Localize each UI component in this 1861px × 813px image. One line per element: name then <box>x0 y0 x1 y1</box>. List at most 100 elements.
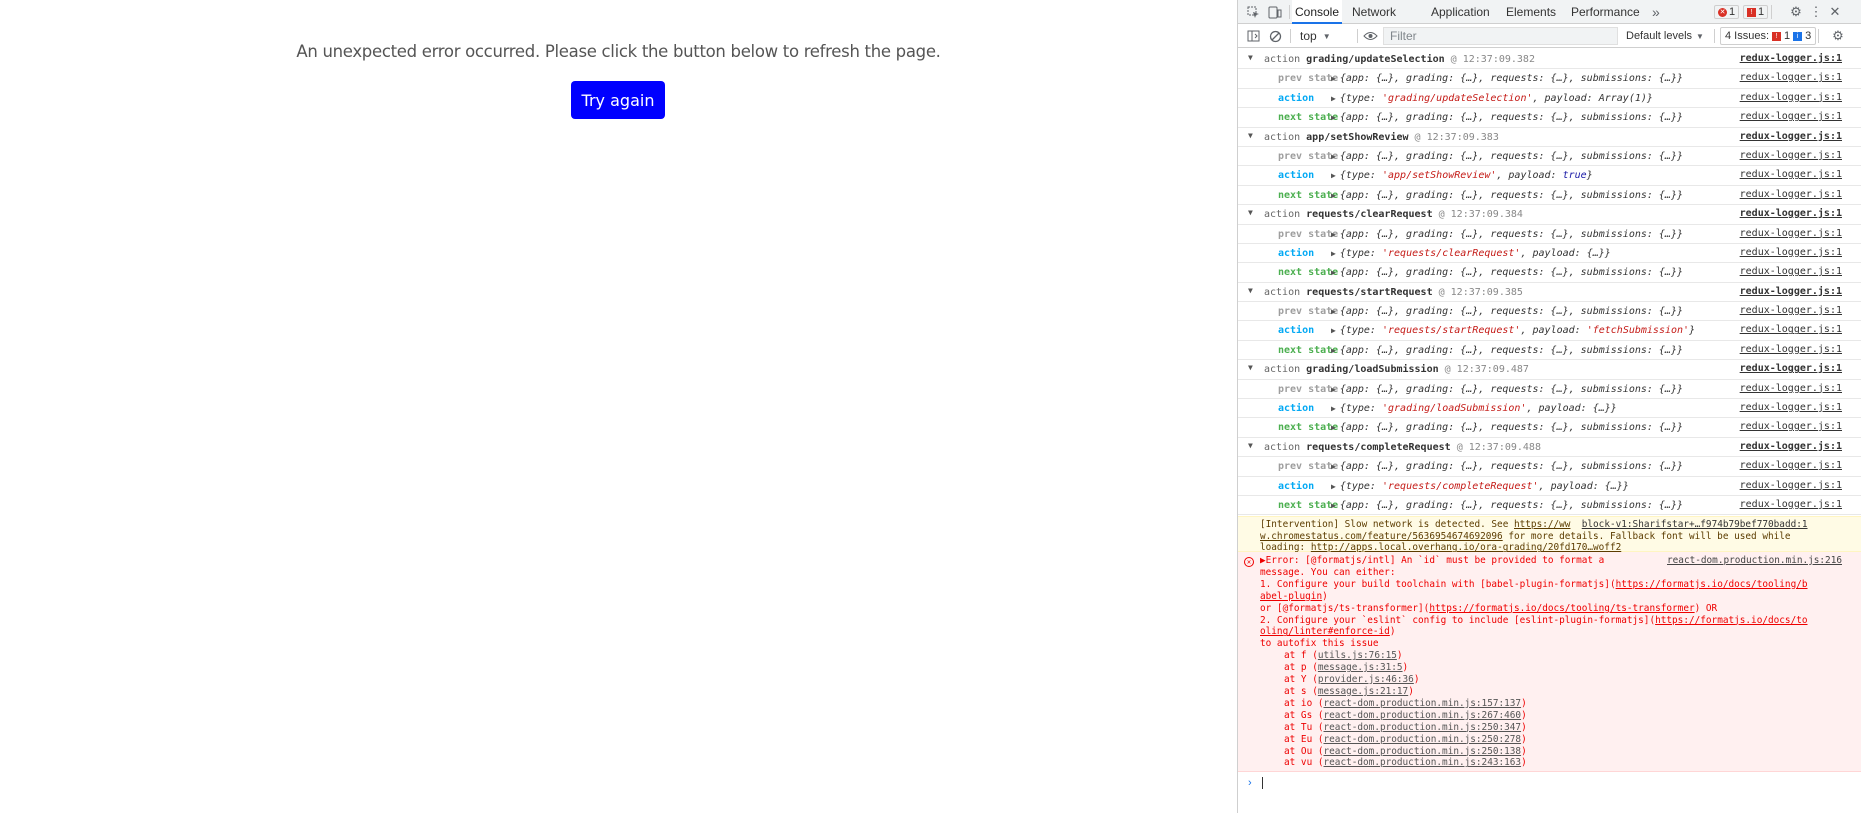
source-link[interactable]: redux-logger.js:1 <box>1740 363 1842 374</box>
collapse-triangle-icon[interactable]: ▼ <box>1248 208 1253 217</box>
issues-button[interactable]: 4 Issues: ! 1 i 3 <box>1720 27 1817 45</box>
object-preview[interactable]: ▶ {app: {…}, grading: {…}, requests: {…},… <box>1331 73 1683 84</box>
expand-triangle-icon[interactable]: ▶ <box>1331 152 1336 161</box>
source-link[interactable]: redux-logger.js:1 <box>1740 480 1842 491</box>
source-link[interactable]: redux-logger.js:1 <box>1740 208 1842 219</box>
action-header[interactable]: action requests/startRequest @ 12:37:09.… <box>1264 287 1523 298</box>
stack-location-link[interactable]: utils.js:76:15 <box>1318 650 1397 661</box>
expand-triangle-icon[interactable]: ▶ <box>1331 501 1336 510</box>
collapse-triangle-icon[interactable]: ▼ <box>1248 441 1253 450</box>
clear-console-icon[interactable] <box>1266 27 1284 45</box>
source-link[interactable]: redux-logger.js:1 <box>1740 460 1842 471</box>
error-doc-link-cont[interactable]: oling/linter#enforce-id <box>1260 626 1390 637</box>
expand-triangle-icon[interactable]: ▶ <box>1331 346 1336 355</box>
object-preview[interactable]: ▶ {type: 'app/setShowReview', payload: tr… <box>1331 170 1593 181</box>
source-link[interactable]: redux-logger.js:1 <box>1740 402 1842 413</box>
action-header[interactable]: action requests/completeRequest @ 12:37:… <box>1264 442 1541 453</box>
expand-triangle-icon[interactable]: ▶ <box>1331 482 1336 491</box>
source-link[interactable]: redux-logger.js:1 <box>1740 499 1842 510</box>
action-header[interactable]: action grading/updateSelection @ 12:37:0… <box>1264 54 1535 65</box>
error-doc-link-cont[interactable]: abel-plugin <box>1260 591 1322 602</box>
source-link[interactable]: redux-logger.js:1 <box>1740 228 1842 239</box>
expand-triangle-icon[interactable]: ▶ <box>1331 404 1336 413</box>
context-select[interactable]: top ▼ <box>1300 27 1331 45</box>
close-icon[interactable]: ✕ <box>1826 3 1844 21</box>
stack-location-link[interactable]: react-dom.production.min.js:250:347 <box>1324 722 1522 733</box>
more-tabs-icon[interactable]: » <box>1652 0 1660 24</box>
log-levels-select[interactable]: Default levels ▼ <box>1626 27 1704 45</box>
more-options-icon[interactable]: ⋮ <box>1807 3 1825 21</box>
inspect-element-icon[interactable] <box>1244 3 1262 21</box>
source-link[interactable]: redux-logger.js:1 <box>1740 53 1842 64</box>
expand-triangle-icon[interactable]: ▶ <box>1331 94 1336 103</box>
collapse-triangle-icon[interactable]: ▼ <box>1248 131 1253 140</box>
source-link[interactable]: redux-logger.js:1 <box>1740 421 1842 432</box>
expand-triangle-icon[interactable]: ▶ <box>1331 171 1336 180</box>
intervention-source-link[interactable]: block-v1:Sharifstar+…f974b79bef770badd:1 <box>1582 519 1808 530</box>
stack-location-link[interactable]: react-dom.production.min.js:250:278 <box>1324 734 1522 745</box>
action-header[interactable]: action requests/clearRequest @ 12:37:09.… <box>1264 209 1523 220</box>
settings-gear-icon[interactable]: ⚙ <box>1787 3 1805 21</box>
action-header[interactable]: action app/setShowReview @ 12:37:09.383 <box>1264 132 1499 143</box>
source-link[interactable]: redux-logger.js:1 <box>1740 131 1842 142</box>
live-expression-eye-icon[interactable] <box>1361 27 1379 45</box>
source-link[interactable]: redux-logger.js:1 <box>1740 150 1842 161</box>
console-settings-gear-icon[interactable]: ⚙ <box>1829 27 1847 45</box>
expand-triangle-icon[interactable]: ▶ <box>1331 307 1336 316</box>
source-link[interactable]: redux-logger.js:1 <box>1740 441 1842 452</box>
object-preview[interactable]: ▶ {type: 'grading/loadSubmission', payloa… <box>1331 403 1617 414</box>
object-preview[interactable]: ▶ {app: {…}, grading: {…}, requests: {…},… <box>1331 267 1683 278</box>
error-count-badge[interactable]: ✕ 1 <box>1714 5 1740 19</box>
stack-location-link[interactable]: react-dom.production.min.js:250:138 <box>1324 746 1522 757</box>
object-preview[interactable]: ▶ {app: {…}, grading: {…}, requests: {…},… <box>1331 461 1683 472</box>
source-link[interactable]: redux-logger.js:1 <box>1740 72 1842 83</box>
source-link[interactable]: redux-logger.js:1 <box>1740 383 1842 394</box>
filter-input[interactable] <box>1383 27 1618 45</box>
try-again-button[interactable]: Try again <box>571 81 665 119</box>
source-link[interactable]: redux-logger.js:1 <box>1740 247 1842 258</box>
object-preview[interactable]: ▶ {app: {…}, grading: {…}, requests: {…},… <box>1331 345 1683 356</box>
intervention-link-cont[interactable]: w.chromestatus.com/feature/5636954674692… <box>1260 531 1503 542</box>
error-doc-link[interactable]: https://formatjs.io/docs/tooling/ts-tran… <box>1429 603 1694 614</box>
object-preview[interactable]: ▶ {type: 'requests/startRequest', payload… <box>1331 325 1695 336</box>
source-link[interactable]: redux-logger.js:1 <box>1740 111 1842 122</box>
object-preview[interactable]: ▶ {app: {…}, grading: {…}, requests: {…},… <box>1331 229 1683 240</box>
collapse-triangle-icon[interactable]: ▼ <box>1248 286 1253 295</box>
expand-triangle-icon[interactable]: ▶ <box>1331 462 1336 471</box>
console-prompt[interactable]: › <box>1238 773 1861 813</box>
object-preview[interactable]: ▶ {app: {…}, grading: {…}, requests: {…},… <box>1331 306 1683 317</box>
object-preview[interactable]: ▶ {app: {…}, grading: {…}, requests: {…},… <box>1331 384 1683 395</box>
warning-count-badge[interactable]: ! 1 <box>1743 5 1769 19</box>
source-link[interactable]: redux-logger.js:1 <box>1740 189 1842 200</box>
error-doc-link[interactable]: https://formatjs.io/docs/to <box>1655 615 1807 626</box>
source-link[interactable]: redux-logger.js:1 <box>1740 305 1842 316</box>
expand-triangle-icon[interactable]: ▶ <box>1331 249 1336 258</box>
collapse-triangle-icon[interactable]: ▼ <box>1248 53 1253 62</box>
sidebar-toggle-icon[interactable] <box>1244 27 1262 45</box>
stack-location-link[interactable]: react-dom.production.min.js:243:163 <box>1324 757 1522 768</box>
object-preview[interactable]: ▶ {app: {…}, grading: {…}, requests: {…},… <box>1331 422 1683 433</box>
stack-location-link[interactable]: message.js:31:5 <box>1318 662 1403 673</box>
object-preview[interactable]: ▶ {type: 'requests/completeRequest', payl… <box>1331 481 1629 492</box>
device-toolbar-icon[interactable] <box>1266 3 1284 21</box>
stack-location-link[interactable]: react-dom.production.min.js:157:137 <box>1324 698 1522 709</box>
expand-triangle-icon[interactable]: ▶ <box>1331 113 1336 122</box>
expand-triangle-icon[interactable]: ▶ <box>1331 423 1336 432</box>
error-doc-link[interactable]: https://formatjs.io/docs/tooling/b <box>1616 579 1808 590</box>
source-link[interactable]: redux-logger.js:1 <box>1740 324 1842 335</box>
source-link[interactable]: redux-logger.js:1 <box>1740 286 1842 297</box>
source-link[interactable]: redux-logger.js:1 <box>1740 92 1842 103</box>
expand-triangle-icon[interactable]: ▶ <box>1331 268 1336 277</box>
tab-performance[interactable]: Performance <box>1571 0 1640 24</box>
object-preview[interactable]: ▶ {type: 'requests/clearRequest', payload… <box>1331 248 1611 259</box>
collapse-triangle-icon[interactable]: ▼ <box>1248 363 1253 372</box>
object-preview[interactable]: ▶ {app: {…}, grading: {…}, requests: {…},… <box>1331 151 1683 162</box>
source-link[interactable]: redux-logger.js:1 <box>1740 169 1842 180</box>
error-source-link[interactable]: react-dom.production.min.js:216 <box>1667 555 1842 567</box>
expand-triangle-icon[interactable]: ▶ <box>1331 230 1336 239</box>
object-preview[interactable]: ▶ {type: 'grading/updateSelection', paylo… <box>1331 93 1653 104</box>
source-link[interactable]: redux-logger.js:1 <box>1740 344 1842 355</box>
expand-triangle-icon[interactable]: ▶ <box>1331 326 1336 335</box>
object-preview[interactable]: ▶ {app: {…}, grading: {…}, requests: {…},… <box>1331 112 1683 123</box>
stack-location-link[interactable]: provider.js:46:36 <box>1318 674 1414 685</box>
